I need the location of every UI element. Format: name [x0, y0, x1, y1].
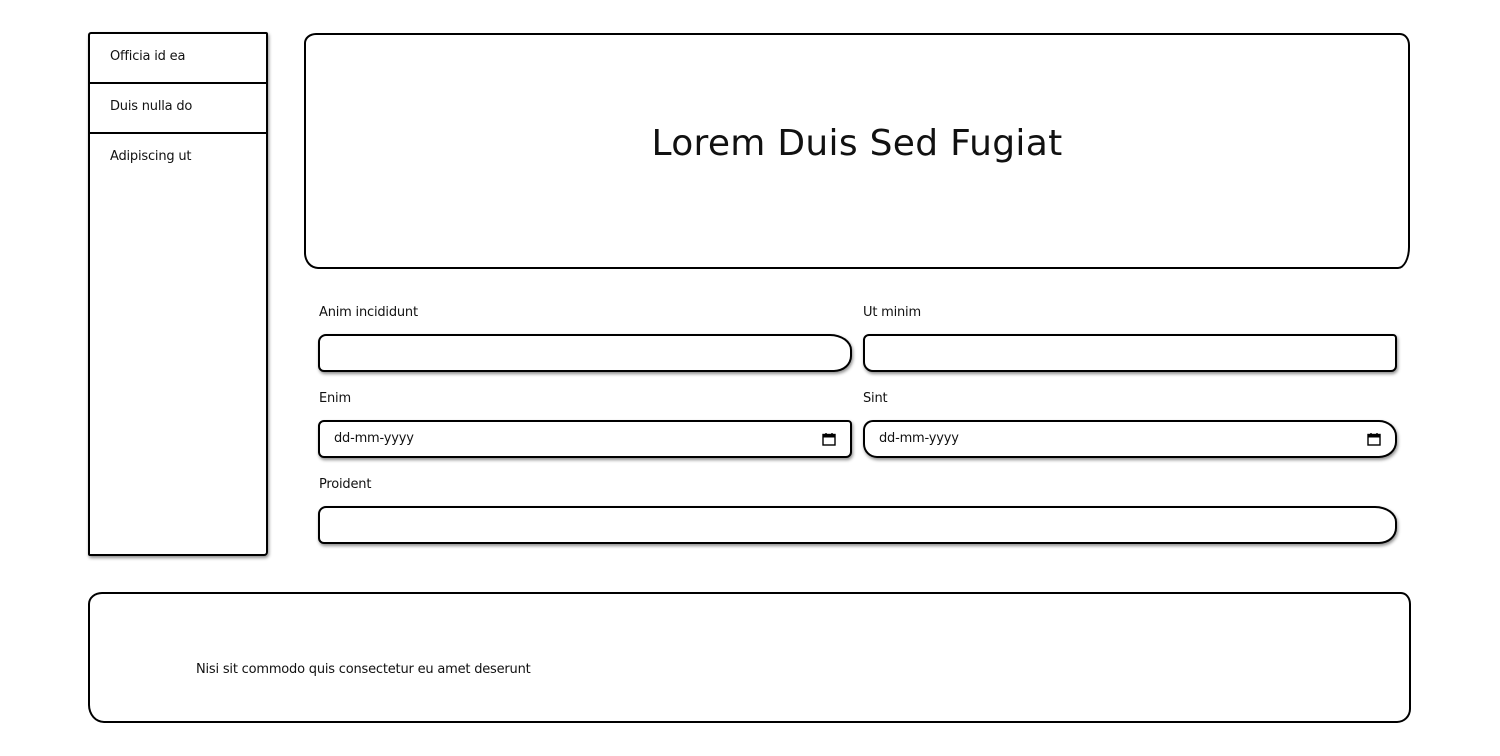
sidebar-item-duis[interactable]: Duis nulla do: [90, 84, 266, 134]
enim-date-input[interactable]: dd-mm-yyyy: [318, 420, 852, 458]
anim-incididunt-input[interactable]: [318, 334, 852, 372]
sidebar-item-label: Adipiscing ut: [110, 149, 192, 164]
sidebar-item-label: Duis nulla do: [110, 99, 193, 114]
page-title: Lorem Duis Sed Fugiat: [651, 123, 1063, 164]
ut-minim-input[interactable]: [863, 334, 1397, 372]
field-label-anim-incididunt: Anim incididunt: [319, 305, 418, 320]
date-placeholder: dd-mm-yyyy: [879, 431, 959, 446]
footer: Nisi sit commodo quis consectetur eu ame…: [88, 592, 1411, 723]
sidebar-item-adipiscing[interactable]: Adipiscing ut: [90, 134, 266, 184]
calendar-icon[interactable]: [1367, 432, 1381, 446]
footer-text: Nisi sit commodo quis consectetur eu ame…: [196, 662, 531, 677]
field-label-proident: Proident: [319, 477, 372, 492]
field-label-ut-minim: Ut minim: [863, 305, 921, 320]
hero-banner: Lorem Duis Sed Fugiat: [304, 33, 1410, 269]
date-placeholder: dd-mm-yyyy: [334, 431, 414, 446]
field-label-enim: Enim: [319, 391, 351, 406]
sidebar-item-label: Officia id ea: [110, 49, 186, 64]
sidebar: Officia id ea Duis nulla do Adipiscing u…: [88, 32, 268, 556]
calendar-icon[interactable]: [822, 432, 836, 446]
field-label-sint: Sint: [863, 391, 888, 406]
proident-input[interactable]: [318, 506, 1397, 544]
sidebar-item-officia[interactable]: Officia id ea: [90, 34, 266, 84]
sint-date-input[interactable]: dd-mm-yyyy: [863, 420, 1397, 458]
